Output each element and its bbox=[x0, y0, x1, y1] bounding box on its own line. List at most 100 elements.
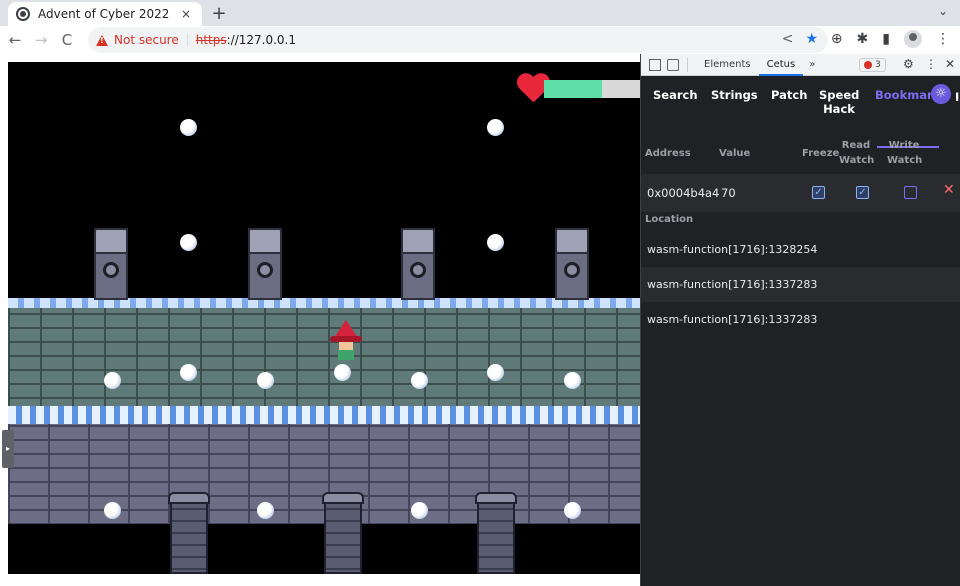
turret-eye bbox=[103, 262, 119, 278]
stone-column bbox=[475, 492, 517, 574]
forward-button[interactable]: → bbox=[30, 31, 52, 49]
bookmark-address[interactable]: 0x0004b4a4 bbox=[647, 186, 719, 200]
new-tab-button[interactable]: + bbox=[210, 3, 228, 24]
cetus-tab-patch[interactable]: Patch bbox=[771, 88, 807, 102]
error-counter[interactable]: 3 bbox=[859, 58, 886, 72]
device-toolbar-icon[interactable] bbox=[667, 58, 679, 71]
cetus-tab-search[interactable]: Search bbox=[653, 88, 698, 102]
pillar-turret bbox=[94, 228, 128, 300]
player-face bbox=[339, 342, 353, 350]
snowball bbox=[257, 372, 274, 389]
column-value: Value bbox=[719, 148, 751, 159]
column-cap bbox=[322, 492, 364, 504]
write-watch-checkbox[interactable] bbox=[904, 186, 917, 199]
toolbar-divider bbox=[687, 57, 688, 72]
inspect-element-icon[interactable] bbox=[649, 58, 661, 71]
snowball bbox=[104, 502, 121, 519]
snowball bbox=[104, 372, 121, 389]
snowball bbox=[180, 119, 197, 136]
tab-close-button[interactable]: × bbox=[178, 7, 194, 21]
snowball bbox=[487, 364, 504, 381]
more-tabs-button[interactable]: » bbox=[803, 59, 821, 70]
devtools-tabbar: Elements Cetus » 3 ⚙ ⋮ ✕ bbox=[641, 54, 960, 76]
devtools-close-icon[interactable]: ✕ bbox=[945, 57, 955, 71]
tab-elements[interactable]: Elements bbox=[696, 54, 759, 76]
omnibox-separator bbox=[186, 33, 188, 47]
snowball bbox=[257, 502, 274, 519]
read-watch-checkbox[interactable]: ✓ bbox=[856, 186, 869, 199]
stone-column bbox=[168, 492, 210, 574]
column-address: Address bbox=[645, 148, 691, 159]
tab-cetus[interactable]: Cetus bbox=[758, 54, 804, 76]
stone-column bbox=[322, 492, 364, 574]
column-freeze: Freeze bbox=[802, 148, 840, 159]
profile-avatar[interactable] bbox=[904, 30, 922, 48]
error-icon bbox=[864, 61, 872, 69]
error-count: 3 bbox=[875, 60, 881, 70]
extension-icons: ⊕ ✱ ▮ ⋮ bbox=[831, 30, 950, 48]
column-cap bbox=[475, 492, 517, 504]
pillar-cap bbox=[94, 228, 128, 254]
pillar-cap bbox=[555, 228, 589, 254]
warning-icon bbox=[96, 34, 108, 46]
pillar-turret bbox=[248, 228, 282, 300]
snowball bbox=[411, 372, 428, 389]
snowball bbox=[180, 364, 197, 381]
ice-brick-wall bbox=[8, 299, 640, 411]
cetus-tab-strings[interactable]: Strings bbox=[711, 88, 758, 102]
security-indicator[interactable]: Not secure bbox=[114, 33, 179, 47]
page-content: ▸ bbox=[0, 54, 640, 586]
tab-title: Advent of Cyber 2022 bbox=[38, 7, 170, 21]
snowball bbox=[487, 119, 504, 136]
omnibox-actions: < ★ bbox=[782, 31, 818, 47]
browser-tab-strip: Advent of Cyber 2022 × + ⌄ bbox=[0, 0, 960, 26]
pillar-turret bbox=[555, 228, 589, 300]
pillar-turret bbox=[401, 228, 435, 300]
column-read-watch: Read Watch bbox=[839, 140, 875, 166]
side-panel-icon[interactable]: ▮ bbox=[882, 31, 890, 47]
health-bar bbox=[544, 80, 640, 98]
chrome-menu-icon[interactable]: ⋮ bbox=[936, 31, 950, 47]
cetus-tab-speed-hack[interactable]: Speed Hack bbox=[819, 88, 859, 116]
player-character bbox=[330, 320, 362, 362]
location-label: Location bbox=[645, 214, 694, 225]
player-body bbox=[338, 350, 354, 360]
share-icon[interactable]: < bbox=[782, 31, 794, 47]
freeze-checkbox[interactable]: ✓ bbox=[812, 186, 825, 199]
location-row[interactable]: wasm-function[1716]:1337283 bbox=[641, 302, 960, 337]
turret-eye bbox=[257, 262, 273, 278]
globe-icon bbox=[16, 7, 30, 21]
bookmark-table-header: Address Value Freeze Read Watch Write Wa… bbox=[641, 134, 960, 174]
puzzle-icon[interactable]: ✱ bbox=[857, 31, 869, 47]
snowball bbox=[564, 372, 581, 389]
pillar-cap bbox=[401, 228, 435, 254]
reload-button[interactable]: C bbox=[56, 31, 78, 49]
delete-bookmark-icon[interactable]: ✕ bbox=[943, 182, 955, 198]
sidebar-resize-handle[interactable]: ▸ bbox=[2, 430, 14, 468]
cetus-tab-overflow[interactable]: I bbox=[955, 90, 959, 104]
browser-toolbar: ← → C Not secure https ://127.0.0.1 < ★ bbox=[0, 26, 960, 54]
snowball bbox=[180, 234, 197, 251]
theme-toggle-icon[interactable]: ☼ bbox=[931, 84, 951, 104]
url-host: ://127.0.0.1 bbox=[226, 33, 297, 47]
settings-gear-icon[interactable]: ⚙ bbox=[903, 57, 914, 71]
bookmark-row[interactable]: 0x0004b4a4 70 ✓ ✓ ✕ bbox=[641, 174, 960, 212]
browser-tab[interactable]: Advent of Cyber 2022 × bbox=[8, 2, 202, 26]
game-canvas[interactable] bbox=[8, 62, 640, 574]
back-button[interactable]: ← bbox=[4, 31, 26, 49]
address-bar[interactable]: Not secure https ://127.0.0.1 < ★ bbox=[88, 27, 828, 53]
location-row[interactable]: wasm-function[1716]:1328254 bbox=[641, 232, 960, 267]
snowball bbox=[334, 364, 351, 381]
bookmark-value[interactable]: 70 bbox=[721, 186, 736, 200]
location-row[interactable]: wasm-function[1716]:1337283 bbox=[641, 267, 960, 302]
bookmark-star-icon[interactable]: ★ bbox=[805, 31, 818, 47]
turret-eye bbox=[410, 262, 426, 278]
column-write-watch: Write Watch bbox=[887, 140, 923, 166]
snowball bbox=[487, 234, 504, 251]
tab-search-button[interactable]: ⌄ bbox=[938, 4, 948, 18]
snow-ledge-bottom bbox=[8, 406, 640, 424]
extension-icon[interactable]: ⊕ bbox=[831, 31, 843, 47]
devtools-menu-icon[interactable]: ⋮ bbox=[925, 57, 937, 71]
snowball bbox=[564, 502, 581, 519]
column-cap bbox=[168, 492, 210, 504]
